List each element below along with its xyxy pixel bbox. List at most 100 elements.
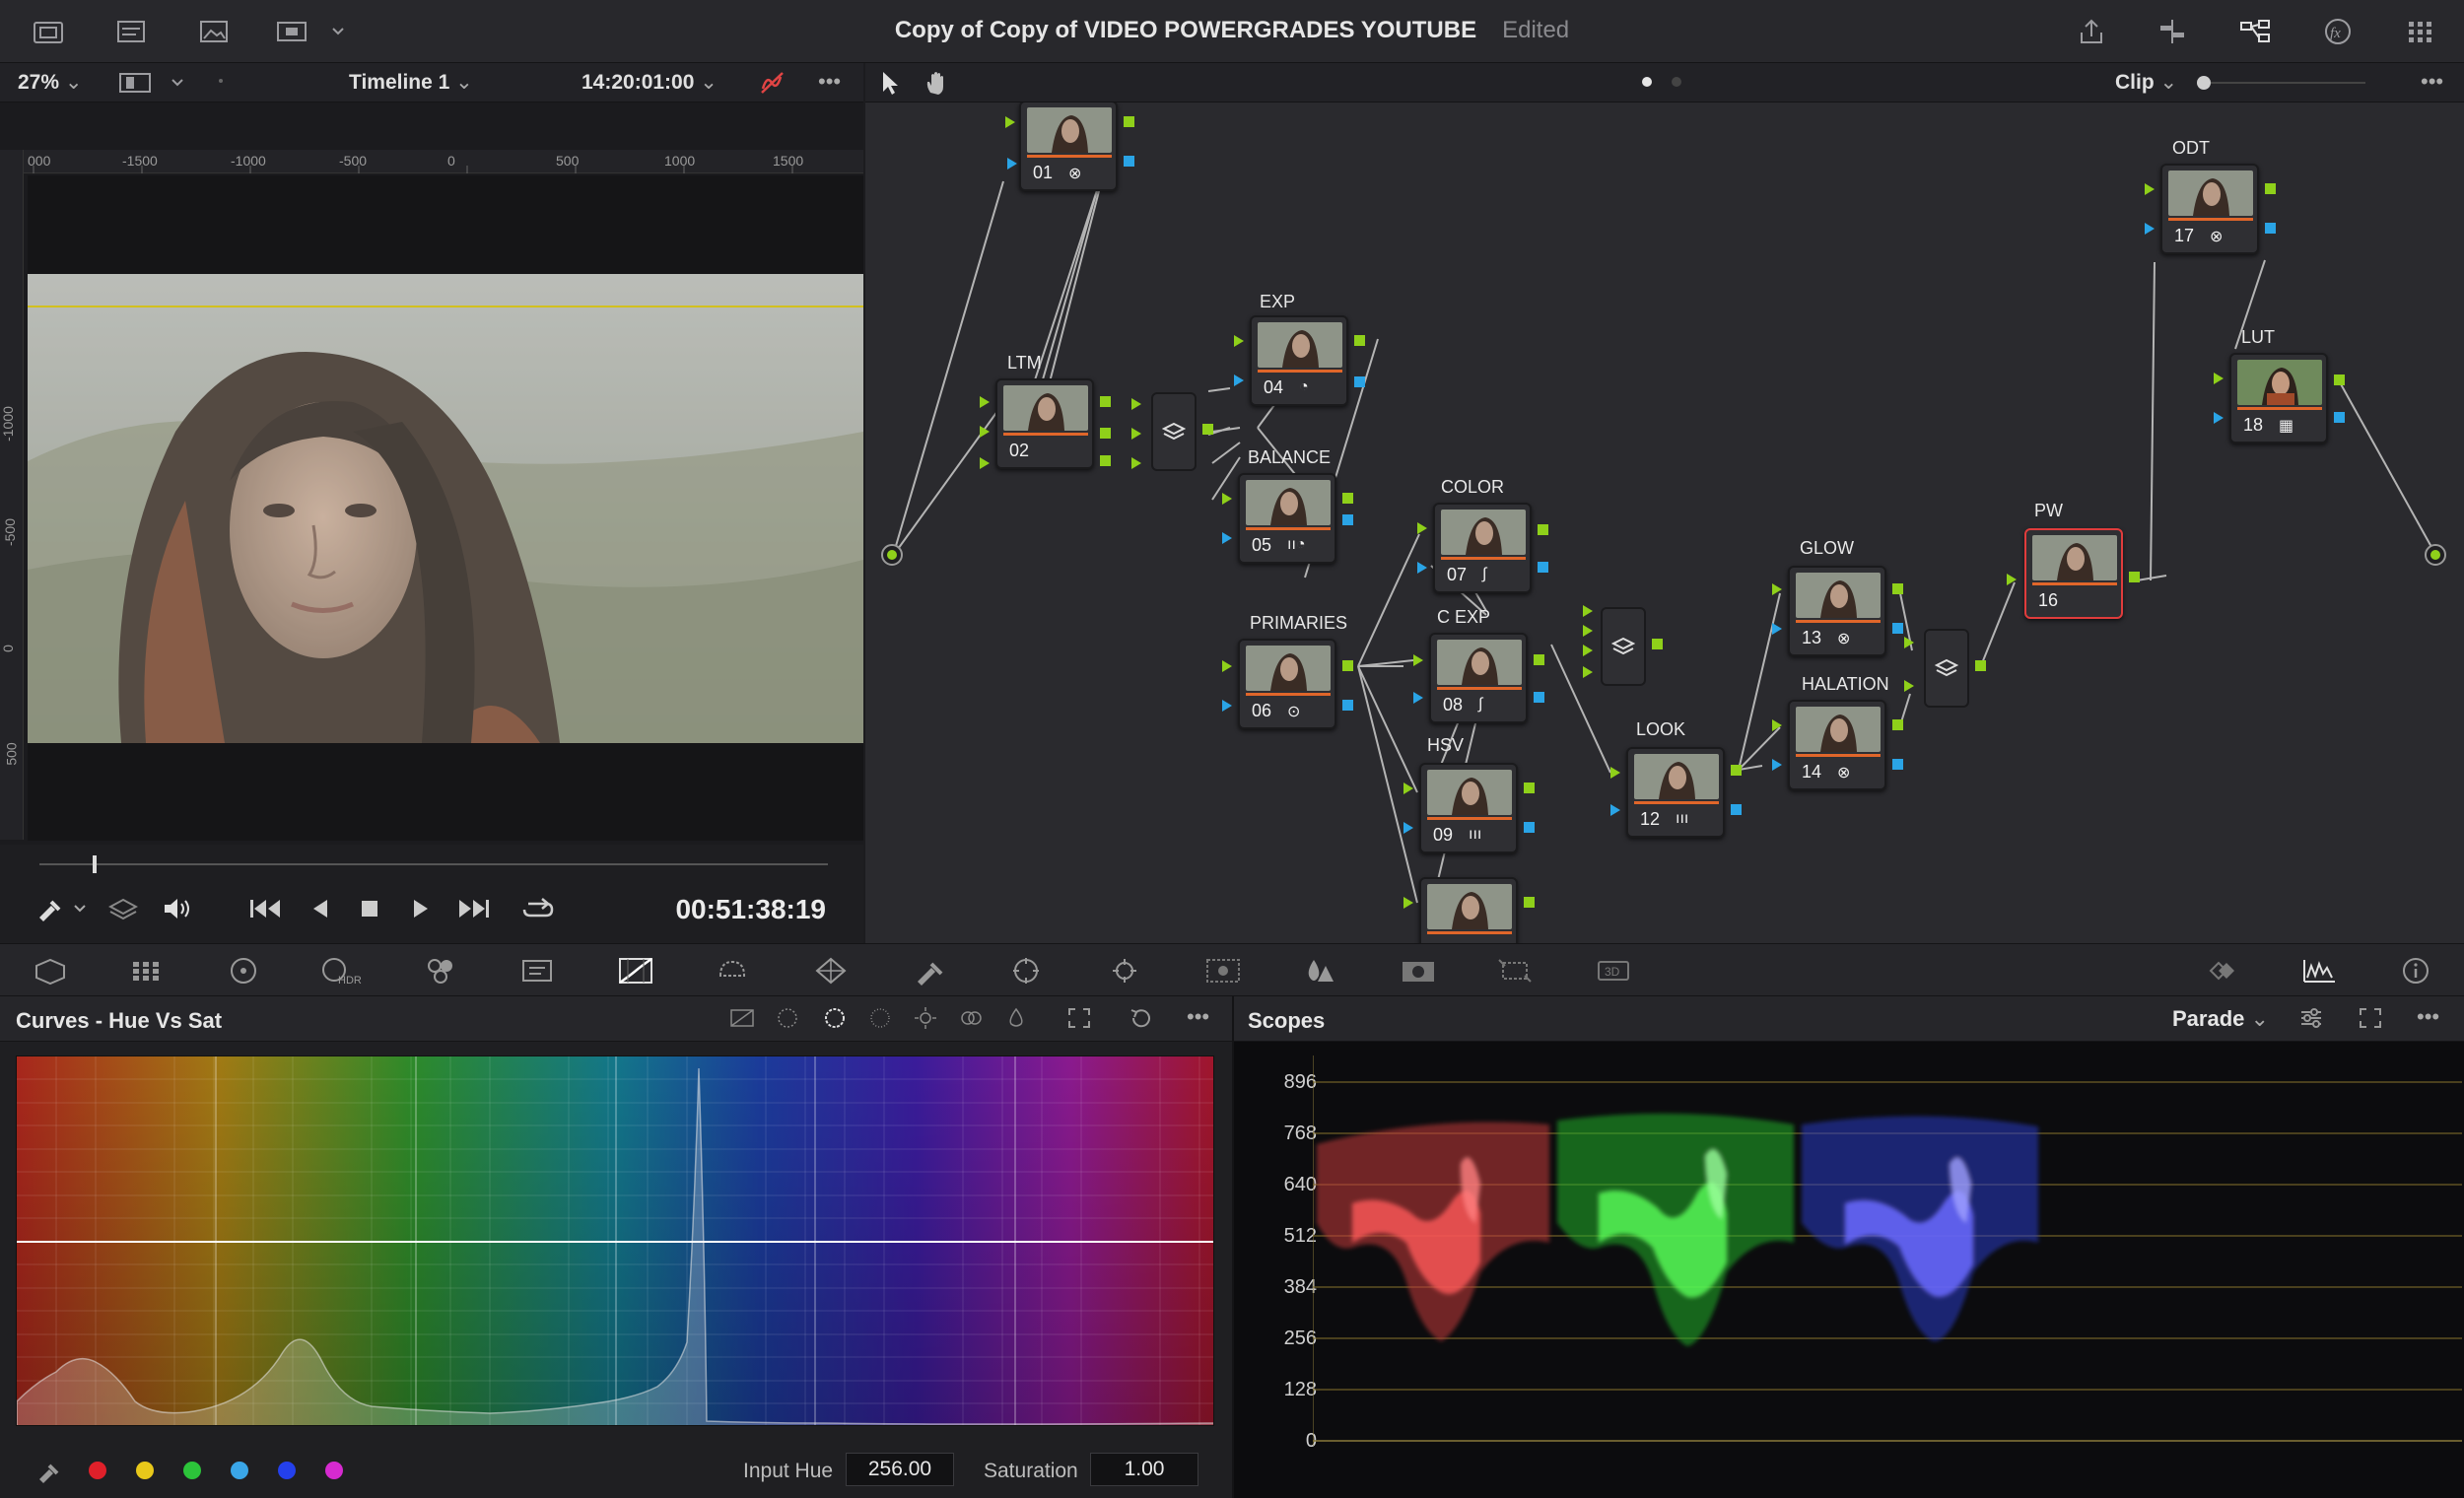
mixer-input-pin[interactable] [1583, 605, 1593, 617]
swatch-blue[interactable] [278, 1462, 296, 1479]
window-icon[interactable] [1001, 952, 1051, 989]
node-output-pin[interactable] [1342, 660, 1353, 671]
mixer-input-pin[interactable] [1904, 680, 1914, 692]
node-input-pin[interactable] [1413, 654, 1423, 666]
node-output-pin[interactable] [1524, 783, 1535, 793]
node-output-pin[interactable] [1100, 455, 1111, 466]
node-17[interactable]: 17 ⊗ [2160, 164, 2259, 254]
node-input-pin[interactable] [1131, 398, 1141, 410]
swatch-red[interactable] [89, 1462, 106, 1479]
clip-mode-dropdown[interactable]: Clip ⌄ [2115, 70, 2177, 95]
node-input-pin[interactable] [1222, 493, 1232, 505]
swatch-yellow[interactable] [136, 1462, 154, 1479]
timeline-icon[interactable] [2151, 12, 2194, 51]
color-match-icon[interactable] [122, 952, 171, 989]
node-input-pin[interactable] [1403, 783, 1413, 794]
source-input[interactable] [881, 544, 903, 566]
node-14[interactable]: 14 ⊗ [1788, 700, 1886, 790]
node-output-pin[interactable] [1100, 428, 1111, 439]
video-frame[interactable] [28, 274, 863, 743]
swatch-magenta[interactable] [325, 1462, 343, 1479]
node-output-pin[interactable] [2129, 572, 2140, 582]
node-partial[interactable] [1419, 877, 1518, 943]
node-output-pin[interactable] [1892, 719, 1903, 730]
qualifier-picker-icon[interactable] [905, 952, 954, 989]
node-input-pin[interactable] [980, 457, 990, 469]
zoom-dropdown[interactable]: 27% ⌄ [18, 70, 82, 95]
node-output-pin[interactable] [2265, 183, 2276, 194]
playhead[interactable] [93, 855, 97, 873]
motion-effects-icon[interactable] [513, 952, 562, 989]
node-key-input-pin[interactable] [2145, 223, 2155, 235]
node-04[interactable]: 04 ◔ [1250, 315, 1348, 406]
source-timecode[interactable]: 14:20:01:00 ⌄ [582, 70, 718, 95]
node-output-pin[interactable] [1524, 897, 1535, 908]
node-key-input-pin[interactable] [1007, 158, 1017, 170]
node-key-output-pin[interactable] [1354, 376, 1365, 387]
hue-vs-sat-icon[interactable] [822, 1006, 848, 1030]
node-key-output-pin[interactable] [1534, 692, 1544, 703]
node-output-pin[interactable] [1892, 583, 1903, 594]
pointer-icon[interactable] [877, 69, 903, 97]
volume-icon[interactable] [162, 896, 193, 921]
node-input-pin[interactable] [980, 396, 990, 408]
node-output-pin[interactable] [2334, 374, 2345, 385]
node-key-output-pin[interactable] [1892, 623, 1903, 634]
mixer-input-pin[interactable] [1583, 666, 1593, 678]
magic-mask-icon[interactable] [1198, 952, 1248, 989]
saturation-field[interactable]: 1.00 [1090, 1453, 1198, 1486]
node-key-input-pin[interactable] [1772, 623, 1782, 635]
keyframes-icon[interactable] [2196, 952, 2245, 989]
node-input-pin[interactable] [1234, 335, 1244, 347]
curves-options-icon[interactable]: ••• [1187, 1004, 1209, 1030]
curve-custom-icon[interactable] [729, 1006, 755, 1030]
scope-options-icon[interactable]: ••• [2417, 1004, 2439, 1030]
node-input-pin[interactable] [2214, 373, 2224, 384]
page-dot-active[interactable] [1642, 77, 1652, 87]
timeline-dropdown[interactable]: Timeline 1 ⌄ [349, 70, 473, 95]
color-wheels-icon[interactable] [219, 952, 268, 989]
node-input-pin[interactable] [1222, 660, 1232, 672]
hdr-icon[interactable]: HDR [315, 952, 365, 989]
swatch-cyan[interactable] [231, 1462, 248, 1479]
node-input-pin[interactable] [1403, 897, 1413, 909]
node-key-output-pin[interactable] [1524, 822, 1535, 833]
layer-mixer[interactable] [1151, 392, 1197, 471]
key-icon[interactable] [1394, 952, 1443, 989]
camera-raw-icon[interactable] [26, 952, 75, 989]
share-icon[interactable] [2070, 12, 2113, 51]
swatch-green[interactable] [183, 1462, 201, 1479]
play-icon[interactable] [410, 898, 432, 919]
node-output-pin[interactable] [1100, 396, 1111, 407]
mixer-output-pin[interactable] [1652, 639, 1663, 649]
node-key-output-pin[interactable] [1731, 804, 1742, 815]
node-07[interactable]: 07 ∫ [1433, 503, 1532, 593]
clips-icon[interactable] [110, 12, 154, 51]
node-key-output-pin[interactable] [1538, 562, 1548, 573]
node-key-input-pin[interactable] [1413, 692, 1423, 704]
guide-line[interactable] [28, 306, 863, 307]
node-input-pin[interactable] [1131, 457, 1141, 469]
hue-vs-lum-icon[interactable] [867, 1006, 893, 1030]
gallery-icon[interactable] [193, 12, 237, 51]
layers-icon[interactable] [108, 896, 138, 921]
play-reverse-icon[interactable] [309, 898, 331, 919]
layer-mixer[interactable] [1601, 607, 1646, 686]
node-input-pin[interactable] [1772, 719, 1782, 731]
rgb-mixer-icon[interactable] [416, 952, 465, 989]
sizing-icon[interactable] [1490, 952, 1540, 989]
eyedropper-icon[interactable] [35, 896, 91, 921]
scrub-track[interactable] [39, 863, 828, 865]
mixer-input-pin[interactable] [1904, 637, 1914, 648]
output-node[interactable] [2425, 544, 2446, 566]
node-output-pin[interactable] [1538, 524, 1548, 535]
mixer-output-pin[interactable] [1202, 424, 1213, 435]
node-key-output-pin[interactable] [2265, 223, 2276, 234]
node-key-input-pin[interactable] [1417, 562, 1427, 574]
node-key-input-pin[interactable] [2214, 412, 2224, 424]
node-key-output-pin[interactable] [1342, 514, 1353, 525]
zoom-slider[interactable] [2196, 75, 2373, 91]
hand-icon[interactable] [923, 69, 950, 97]
node-02[interactable]: 02 [995, 378, 1094, 469]
skip-start-icon[interactable] [248, 898, 282, 919]
